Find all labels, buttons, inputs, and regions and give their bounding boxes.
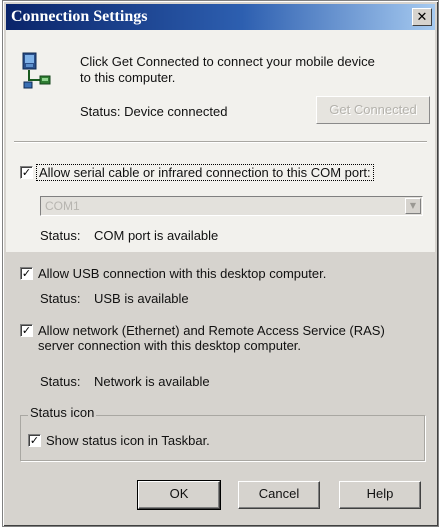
status-icon-checkbox[interactable]: ✓ (28, 434, 41, 447)
help-button[interactable]: Help (339, 481, 421, 509)
usb-label: Allow USB connection with this desktop c… (38, 266, 327, 281)
dialog-content: Click Get Connected to connect your mobi… (6, 30, 435, 523)
network-checkbox-row[interactable]: ✓ Allow network (Ethernet) and Remote Ac… (20, 323, 400, 353)
com-port-value: COM1 (45, 199, 80, 213)
top-section: Click Get Connected to connect your mobi… (6, 30, 435, 252)
usb-status-label: Status: (40, 291, 81, 306)
com-status-label: Status: (40, 228, 81, 243)
network-checkbox[interactable]: ✓ (20, 324, 33, 337)
separator (14, 141, 427, 143)
cancel-button[interactable]: Cancel (238, 481, 320, 509)
network-label: Allow network (Ethernet) and Remote Acce… (38, 323, 385, 353)
status-icon-group-legend: Status icon (28, 405, 97, 420)
connect-message: Click Get Connected to connect your mobi… (80, 54, 375, 85)
ok-button[interactable]: OK (137, 480, 221, 510)
window-title: Connection Settings (11, 8, 148, 25)
usb-status-value: USB is available (94, 291, 189, 306)
usb-status: Status: USB is available (40, 291, 189, 306)
usb-checkbox-row[interactable]: ✓ Allow USB connection with this desktop… (20, 266, 326, 281)
status-icon-checkbox-row[interactable]: ✓ Show status icon in Taskbar. (28, 433, 210, 448)
com-status-value: COM port is available (94, 228, 219, 243)
network-status: Status: Network is available (40, 374, 210, 389)
usb-checkbox[interactable]: ✓ (20, 267, 33, 280)
com-port-checkbox[interactable]: ✓ (20, 166, 33, 179)
com-port-checkbox-row[interactable]: ✓ Allow serial cable or infrared connect… (20, 164, 374, 181)
chevron-down-icon[interactable]: ▼ (405, 198, 421, 214)
com-port-select[interactable]: COM1 ▼ (40, 196, 423, 216)
network-status-value: Network is available (94, 374, 210, 389)
status-icon-label: Show status icon in Taskbar. (46, 433, 210, 448)
connection-settings-dialog: Connection Settings ✕ Click Get Connecte… (2, 0, 439, 527)
device-connection-icon (22, 52, 51, 89)
com-port-label: Allow serial cable or infrared connectio… (36, 164, 374, 181)
network-status-label: Status: (40, 374, 81, 389)
get-connected-button[interactable]: Get Connected (316, 96, 430, 124)
com-status: Status: COM port is available (40, 228, 218, 243)
close-button[interactable]: ✕ (412, 8, 432, 26)
title-bar[interactable]: Connection Settings ✕ (6, 4, 435, 30)
device-status: Status: Device connected (80, 104, 228, 119)
